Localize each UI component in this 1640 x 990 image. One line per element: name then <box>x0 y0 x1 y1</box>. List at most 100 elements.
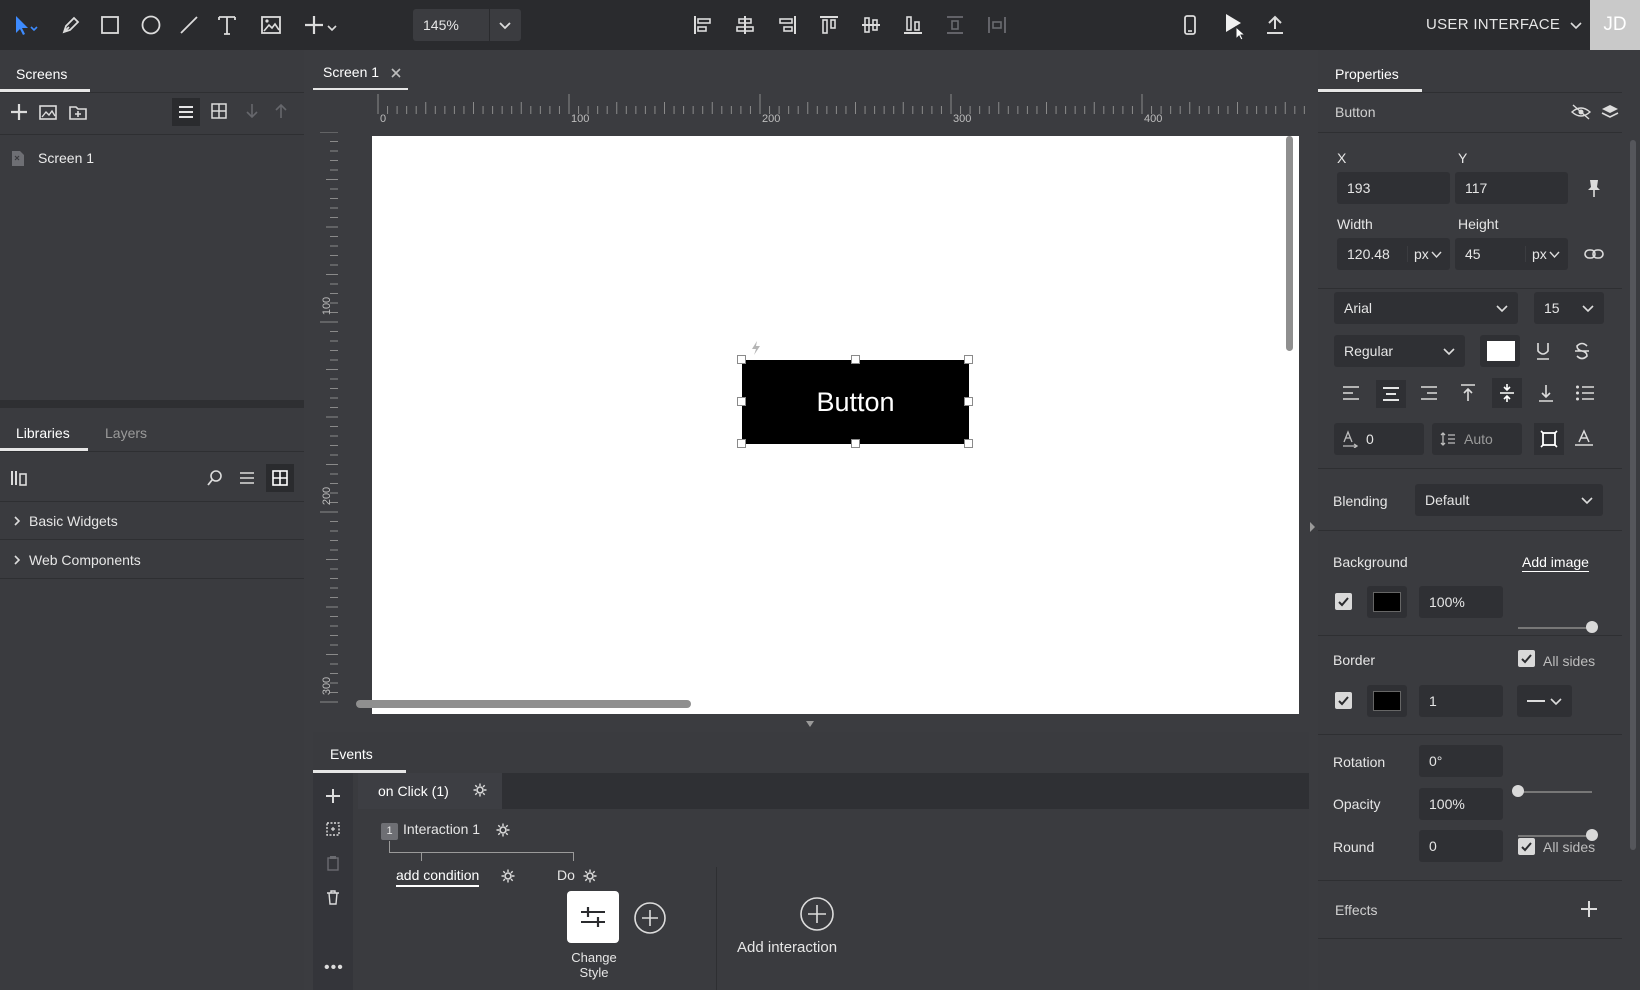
line-icon[interactable] <box>172 8 206 42</box>
properties-scrollbar[interactable] <box>1630 140 1636 850</box>
align-middle-vertical-icon[interactable] <box>854 8 888 42</box>
more-icon[interactable]: ••• <box>324 959 344 977</box>
search-icon[interactable] <box>205 468 225 488</box>
vertical-align-top-icon[interactable] <box>1459 383 1477 403</box>
trash-icon[interactable] <box>325 889 341 905</box>
select-arrow-icon[interactable] <box>8 8 42 42</box>
ellipse-icon[interactable] <box>134 8 168 42</box>
y-field[interactable]: 117 <box>1455 172 1568 204</box>
align-left-icon[interactable] <box>686 8 720 42</box>
avatar[interactable]: JD <box>1590 0 1640 50</box>
underline-icon[interactable] <box>1534 341 1552 361</box>
add-action-icon[interactable] <box>633 901 667 935</box>
border-width-field[interactable]: 1 <box>1419 685 1503 717</box>
add-folder-icon[interactable] <box>68 102 88 122</box>
duplicate-event-icon[interactable] <box>325 821 341 837</box>
round-field[interactable]: 0 <box>1419 830 1503 862</box>
background-color-picker[interactable] <box>1367 586 1407 618</box>
tab-layers[interactable]: Layers <box>105 425 147 441</box>
font-size-select[interactable]: 15 <box>1534 292 1604 324</box>
add-event-icon[interactable] <box>324 787 342 805</box>
export-icon[interactable] <box>1258 8 1292 42</box>
resize-handle[interactable] <box>737 397 746 406</box>
blending-select[interactable]: Default <box>1415 484 1603 516</box>
add-condition-link[interactable]: add condition <box>396 867 480 887</box>
resize-handle[interactable] <box>737 439 746 448</box>
align-bottom-icon[interactable] <box>896 8 930 42</box>
background-opacity-field[interactable]: 100% <box>1419 586 1503 618</box>
background-checkbox[interactable] <box>1335 593 1352 610</box>
collapse-right-panel-icon[interactable] <box>1307 520 1317 534</box>
rotation-field[interactable]: 0° <box>1419 745 1503 777</box>
tab-libraries[interactable]: Libraries <box>16 425 70 441</box>
distribute-vertical-icon[interactable] <box>938 8 972 42</box>
play-icon[interactable] <box>1216 8 1250 42</box>
move-down-icon[interactable] <box>243 102 261 120</box>
library-basic-widgets[interactable]: Basic Widgets <box>0 502 304 540</box>
font-weight-select[interactable]: Regular <box>1334 335 1465 367</box>
interaction-label[interactable]: Interaction 1 <box>403 821 480 837</box>
text-align-left-icon[interactable] <box>1342 385 1360 401</box>
element-name[interactable]: Button <box>1335 104 1375 120</box>
horizontal-scrollbar[interactable] <box>356 700 691 708</box>
auto-height-text-icon[interactable] <box>1574 428 1594 448</box>
add-image-screen-icon[interactable] <box>38 102 58 122</box>
fixed-size-text-icon[interactable] <box>1534 423 1564 455</box>
add-screen-icon[interactable] <box>9 102 29 122</box>
tab-screen-1[interactable]: Screen 1 <box>313 58 408 90</box>
resize-handle[interactable] <box>851 439 860 448</box>
tab-screens[interactable]: Screens <box>16 66 67 82</box>
rotation-slider[interactable] <box>1512 785 1524 797</box>
list-view-icon[interactable] <box>172 98 200 126</box>
background-opacity-slider[interactable] <box>1586 621 1598 633</box>
tab-properties[interactable]: Properties <box>1335 66 1399 82</box>
add-interaction-label[interactable]: Add interaction <box>737 939 837 956</box>
border-all-sides-checkbox[interactable] <box>1518 650 1535 667</box>
font-family-select[interactable]: Arial <box>1334 292 1518 324</box>
collapse-events-icon[interactable] <box>804 719 816 729</box>
width-field[interactable]: 120.48 px <box>1337 238 1450 270</box>
vertical-align-bottom-icon[interactable] <box>1537 383 1555 403</box>
add-interaction-icon[interactable] <box>799 896 835 932</box>
mobile-preview-icon[interactable] <box>1173 8 1207 42</box>
event-on-click[interactable]: on Click (1) <box>358 773 502 809</box>
layers-icon[interactable] <box>1601 103 1619 121</box>
x-field[interactable]: 193 <box>1337 172 1450 204</box>
text-icon[interactable] <box>210 8 244 42</box>
border-style-select[interactable] <box>1517 685 1572 717</box>
strikethrough-icon[interactable] <box>1573 341 1591 361</box>
add-image-link[interactable]: Add image <box>1522 554 1589 572</box>
library-web-components[interactable]: Web Components <box>0 541 304 579</box>
library-manager-icon[interactable] <box>9 468 29 488</box>
close-icon[interactable] <box>389 66 403 80</box>
resize-handle[interactable] <box>737 355 746 364</box>
zoom-select[interactable]: 145% <box>413 9 521 41</box>
letter-spacing-field[interactable]: 0 <box>1334 423 1424 455</box>
text-color-picker[interactable] <box>1480 335 1520 367</box>
paste-icon[interactable] <box>325 855 341 871</box>
align-center-horizontal-icon[interactable] <box>728 8 762 42</box>
gear-icon[interactable] <box>473 783 487 797</box>
gear-icon[interactable] <box>496 823 510 837</box>
text-align-center-icon[interactable] <box>1376 380 1406 408</box>
height-unit[interactable]: px <box>1532 246 1547 262</box>
link-icon[interactable] <box>1583 244 1605 264</box>
border-checkbox[interactable] <box>1335 692 1352 709</box>
pen-icon[interactable] <box>54 8 88 42</box>
list-view-icon[interactable] <box>238 469 256 487</box>
align-top-icon[interactable] <box>812 8 846 42</box>
resize-handle[interactable] <box>964 439 973 448</box>
change-style-action[interactable] <box>567 891 619 943</box>
tab-events[interactable]: Events <box>330 746 373 762</box>
screen-list-item[interactable]: Screen 1 <box>0 140 304 176</box>
border-color-picker[interactable] <box>1367 685 1407 717</box>
resize-handle[interactable] <box>851 355 860 364</box>
width-unit[interactable]: px <box>1414 246 1429 262</box>
mode-select[interactable]: USER INTERFACE <box>1426 16 1583 33</box>
gear-icon[interactable] <box>583 869 597 883</box>
add-icon[interactable] <box>300 8 346 42</box>
pin-icon[interactable] <box>1586 178 1602 198</box>
image-icon[interactable] <box>254 8 288 42</box>
distribute-horizontal-icon[interactable] <box>980 8 1014 42</box>
bullet-list-icon[interactable] <box>1575 384 1595 402</box>
